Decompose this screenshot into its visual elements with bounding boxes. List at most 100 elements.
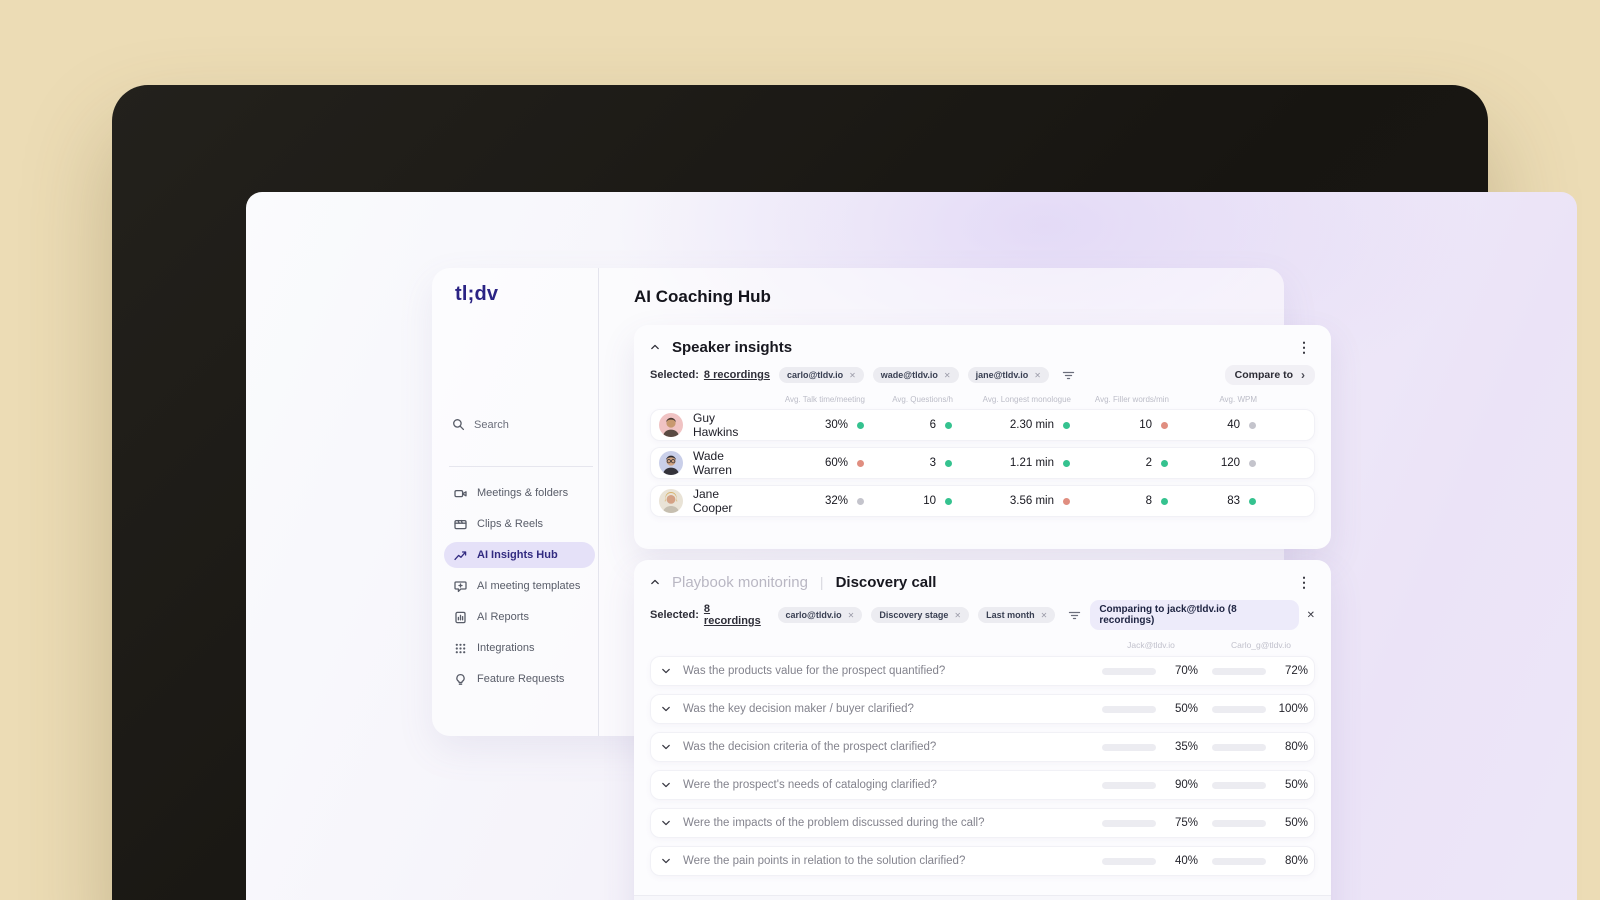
progress-value: 50% xyxy=(1284,817,1308,829)
sidebar-item-label: Clips & Reels xyxy=(477,518,544,530)
filter-chip[interactable]: carlo@tldv.io ✕ xyxy=(777,607,863,623)
remove-filter-icon[interactable]: ✕ xyxy=(848,611,855,620)
page-title: AI Coaching Hub xyxy=(634,287,771,306)
expand-chevron-down-icon[interactable] xyxy=(661,705,671,713)
metric-value: 10 xyxy=(1139,419,1152,431)
compare-to-button[interactable]: Compare to › xyxy=(1224,365,1315,385)
speaker-row[interactable]: Wade Warren 60% 3 1.21 min 2 120 xyxy=(650,447,1315,479)
expand-chevron-down-icon[interactable] xyxy=(661,743,671,751)
expand-chevron-down-icon[interactable] xyxy=(661,781,671,789)
question-row[interactable]: Were the impacts of the problem discusse… xyxy=(650,808,1315,838)
filter-funnel-icon[interactable] xyxy=(1062,370,1075,381)
sidebar-item-label: Feature Requests xyxy=(477,673,565,685)
question-row[interactable]: Was the key decision maker / buyer clari… xyxy=(650,694,1315,724)
speaker-name: Guy Hawkins xyxy=(693,411,739,439)
metric-value: 2.30 min xyxy=(1009,419,1054,431)
status-dot xyxy=(1161,421,1168,429)
laptop-frame: tl;dv Search Meetings & folders Clips & … xyxy=(112,85,1577,900)
sidebar-item-label: AI Insights Hub xyxy=(477,549,558,561)
progress-bar xyxy=(1212,667,1266,675)
collapse-chevron-up-icon[interactable] xyxy=(650,343,660,351)
progress-bar xyxy=(1212,705,1266,713)
question-row[interactable]: Were the prospect's needs of cataloging … xyxy=(650,770,1315,800)
question-row[interactable]: Was the products value for the prospect … xyxy=(650,656,1315,686)
remove-filter-icon[interactable]: ✕ xyxy=(1041,611,1048,620)
expand-chevron-down-icon[interactable] xyxy=(661,857,671,865)
metric-value: 83 xyxy=(1227,495,1240,507)
question-row[interactable]: Was the decision criteria of the prospec… xyxy=(650,732,1315,762)
table-column-headers: Avg. Talk time/meeting Avg. Questions/h … xyxy=(650,395,1315,404)
sidebar-item-label: Integrations xyxy=(477,642,535,654)
expand-chevron-down-icon[interactable] xyxy=(661,667,671,675)
status-dot xyxy=(857,459,864,467)
speaker-row[interactable]: Jane Cooper 32% 10 3.56 min 8 83 xyxy=(650,485,1315,517)
laptop-screen: tl;dv Search Meetings & folders Clips & … xyxy=(246,192,1577,900)
sidebar-item-label: AI meeting templates xyxy=(477,580,581,592)
question-text: Were the impacts of the problem discusse… xyxy=(683,817,985,829)
filter-chip-label: carlo@tldv.io xyxy=(785,610,842,620)
remove-filter-icon[interactable]: ✕ xyxy=(1034,371,1041,380)
metric-value: 1.21 min xyxy=(1009,457,1054,469)
metric-value: 8 xyxy=(1145,495,1152,507)
progress-value: 50% xyxy=(1174,703,1198,715)
remove-filter-icon[interactable]: ✕ xyxy=(954,611,961,620)
status-dot xyxy=(1249,421,1256,429)
add-question-button[interactable]: + Add question xyxy=(634,895,1331,900)
remove-filter-icon[interactable]: ✕ xyxy=(849,371,856,380)
column-header: Jack@tldv.io xyxy=(1127,640,1175,650)
sidebar-item-feature-requests[interactable]: Feature Requests xyxy=(444,666,595,692)
metric-value: 6 xyxy=(929,419,936,431)
sidebar-item-label: AI Reports xyxy=(477,611,529,623)
comparison-column-headers: Jack@tldv.io Carlo_g@tldv.io xyxy=(650,640,1315,650)
video-camera-icon xyxy=(454,489,467,497)
filter-chip[interactable]: jane@tldv.io ✕ xyxy=(967,367,1049,383)
filter-chip[interactable]: Discovery stage ✕ xyxy=(871,607,970,623)
progress-value: 80% xyxy=(1284,741,1308,753)
comparing-to-chip[interactable]: Comparing to jack@tldv.io (8 recordings) xyxy=(1090,600,1299,630)
filter-chip[interactable]: wade@tldv.io ✕ xyxy=(872,367,959,383)
status-dot xyxy=(1161,497,1168,505)
playbook-monitoring-panel: Playbook monitoring | Discovery call ⋮ S… xyxy=(634,560,1331,900)
sidebar-item-ai-insights-hub[interactable]: AI Insights Hub xyxy=(444,542,595,568)
question-row[interactable]: Were the pain points in relation to the … xyxy=(650,846,1315,876)
remove-filter-icon[interactable]: ✕ xyxy=(944,371,951,380)
lightbulb-icon xyxy=(456,673,465,685)
metric-value: 60% xyxy=(824,457,848,469)
kebab-menu-icon[interactable]: ⋮ xyxy=(1293,573,1315,591)
question-text: Was the decision criteria of the prospec… xyxy=(683,741,937,753)
filter-funnel-icon[interactable] xyxy=(1068,610,1081,621)
search-input[interactable]: Search xyxy=(452,418,509,431)
progress-value: 75% xyxy=(1174,817,1198,829)
column-header: Avg. WPM xyxy=(1219,395,1257,404)
column-header: Avg. Questions/h xyxy=(892,395,953,404)
filter-chip-label: jane@tldv.io xyxy=(975,370,1029,380)
sidebar-item-integrations[interactable]: Integrations xyxy=(444,635,595,661)
speaker-insights-panel: Speaker insights ⋮ Selected: 8 recording… xyxy=(634,325,1331,549)
sidebar-item-meetings-folders[interactable]: Meetings & folders xyxy=(444,480,595,506)
recordings-count-link[interactable]: 8 recordings xyxy=(704,369,770,381)
status-dot xyxy=(945,421,952,429)
compare-to-label: Compare to xyxy=(1234,369,1293,381)
panel-title-muted: Playbook monitoring xyxy=(672,573,808,591)
filter-chip[interactable]: Last month ✕ xyxy=(978,607,1056,623)
expand-chevron-down-icon[interactable] xyxy=(661,819,671,827)
recordings-count-link[interactable]: 8 recordings xyxy=(704,603,769,627)
progress-bar xyxy=(1212,743,1266,751)
title-separator: | xyxy=(819,574,824,590)
status-dot xyxy=(1161,459,1168,467)
kebab-menu-icon[interactable]: ⋮ xyxy=(1293,338,1315,356)
remove-comparison-icon[interactable]: ✕ xyxy=(1307,610,1315,621)
selected-label: Selected: xyxy=(650,609,699,621)
metric-value: 40 xyxy=(1227,419,1240,431)
collapse-chevron-up-icon[interactable] xyxy=(650,578,660,586)
selected-label: Selected: xyxy=(650,369,699,381)
speaker-row[interactable]: Guy Hawkins 30% 6 2.30 min 10 40 xyxy=(650,409,1315,441)
filter-chip[interactable]: carlo@tldv.io ✕ xyxy=(778,367,864,383)
status-dot xyxy=(1249,459,1256,467)
sidebar-item-ai-reports[interactable]: AI Reports xyxy=(444,604,595,630)
chevron-right-icon: › xyxy=(1301,368,1305,382)
sidebar-item-clips-reels[interactable]: Clips & Reels xyxy=(444,511,595,537)
panel-title: Discovery call xyxy=(835,573,937,591)
sidebar-item-ai-meeting-templates[interactable]: AI meeting templates xyxy=(444,573,595,599)
filter-chip-label: Last month xyxy=(986,610,1035,620)
